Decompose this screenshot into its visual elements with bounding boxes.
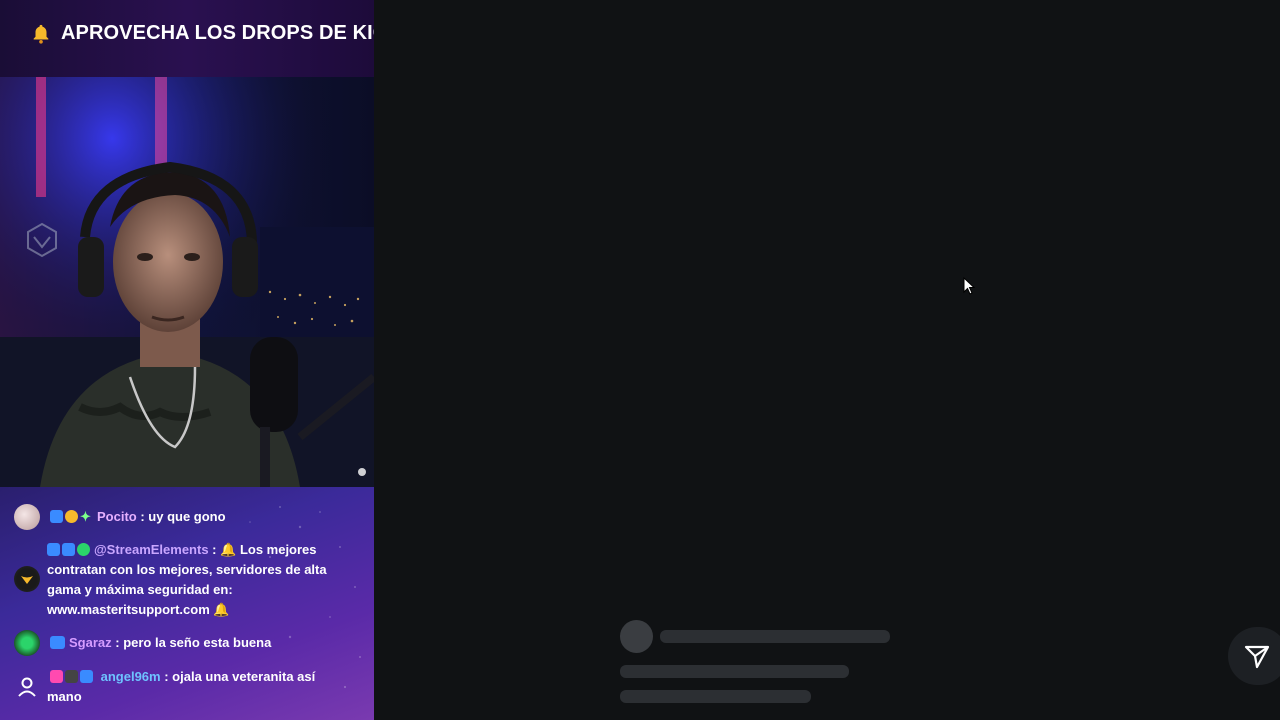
user-badges — [50, 636, 65, 649]
avatar — [14, 674, 40, 700]
loading-line-placeholder — [620, 690, 811, 703]
chat-message: Sgaraz : pero la seño esta buena — [50, 633, 366, 653]
verified-badge-icon — [77, 543, 90, 556]
chat-username[interactable]: Sgaraz — [69, 635, 112, 650]
chat-text: Los mejores — [239, 542, 317, 557]
chat-text: mano — [47, 689, 82, 704]
founder-badge-icon — [65, 670, 78, 683]
chat-text: contratan con los mejores, servidores de… — [47, 562, 327, 577]
crown-badge-icon — [80, 670, 93, 683]
chat-text: ojala una veteranita así — [172, 669, 316, 684]
chat-message: ✦ Pocito : uy que gono — [50, 507, 366, 527]
user-badges — [50, 670, 93, 683]
heart-badge-icon — [50, 670, 63, 683]
chat-link[interactable]: www.masteritsupport.com — [47, 602, 210, 617]
og-badge-icon — [50, 636, 65, 649]
stream-overlay-panel: APROVECHA LOS DROPS DE KIC ✦ Pocito: uy… — [0, 0, 374, 720]
user-badges: ✦ — [50, 510, 93, 523]
chat-username[interactable]: angel96m — [101, 669, 161, 684]
sub-badge-icon — [50, 510, 63, 523]
chat-text: gama y máxima seguridad en: — [47, 582, 233, 597]
bell-emoji-icon: 🔔 — [220, 542, 237, 557]
loading-avatar-placeholder — [620, 620, 653, 653]
main-content-area — [374, 0, 1280, 720]
bell-emoji-icon: 🔔 — [213, 602, 230, 617]
bot-badge-icon — [47, 543, 60, 556]
mouse-cursor-icon — [963, 277, 976, 295]
avatar — [14, 504, 40, 530]
gift-badge-icon — [65, 510, 78, 523]
send-icon — [1244, 645, 1270, 669]
webcam-image — [0, 77, 374, 487]
user-icon — [18, 677, 36, 697]
streamelements-icon — [21, 576, 33, 584]
avatar — [14, 630, 40, 656]
banner-text: APROVECHA LOS DROPS DE KIC — [61, 22, 374, 44]
chat-message: angel96m : ojala una veteranita así mano — [47, 669, 316, 704]
chat-username[interactable]: Pocito — [97, 509, 137, 524]
sub-badge-icon — [62, 543, 75, 556]
avatar — [14, 566, 40, 592]
chat-text: pero la seño esta buena — [123, 635, 272, 650]
chat-overlay: ✦ Pocito : uy que gono @StreamElements :… — [0, 487, 374, 720]
send-button[interactable] — [1228, 627, 1280, 685]
bell-icon — [33, 24, 49, 44]
loading-line-placeholder — [620, 665, 849, 678]
chat-username[interactable]: @StreamElements — [94, 542, 209, 557]
loading-title-placeholder — [660, 630, 890, 643]
webcam-feed — [0, 77, 374, 487]
announcement-banner: APROVECHA LOS DROPS DE KIC — [0, 0, 374, 77]
chat-text: uy que gono — [148, 509, 226, 524]
sparkle-badge-icon: ✦ — [80, 509, 91, 524]
user-badges — [47, 543, 90, 556]
chat-message: @StreamElements : 🔔 Los mejores contrata… — [47, 542, 327, 617]
